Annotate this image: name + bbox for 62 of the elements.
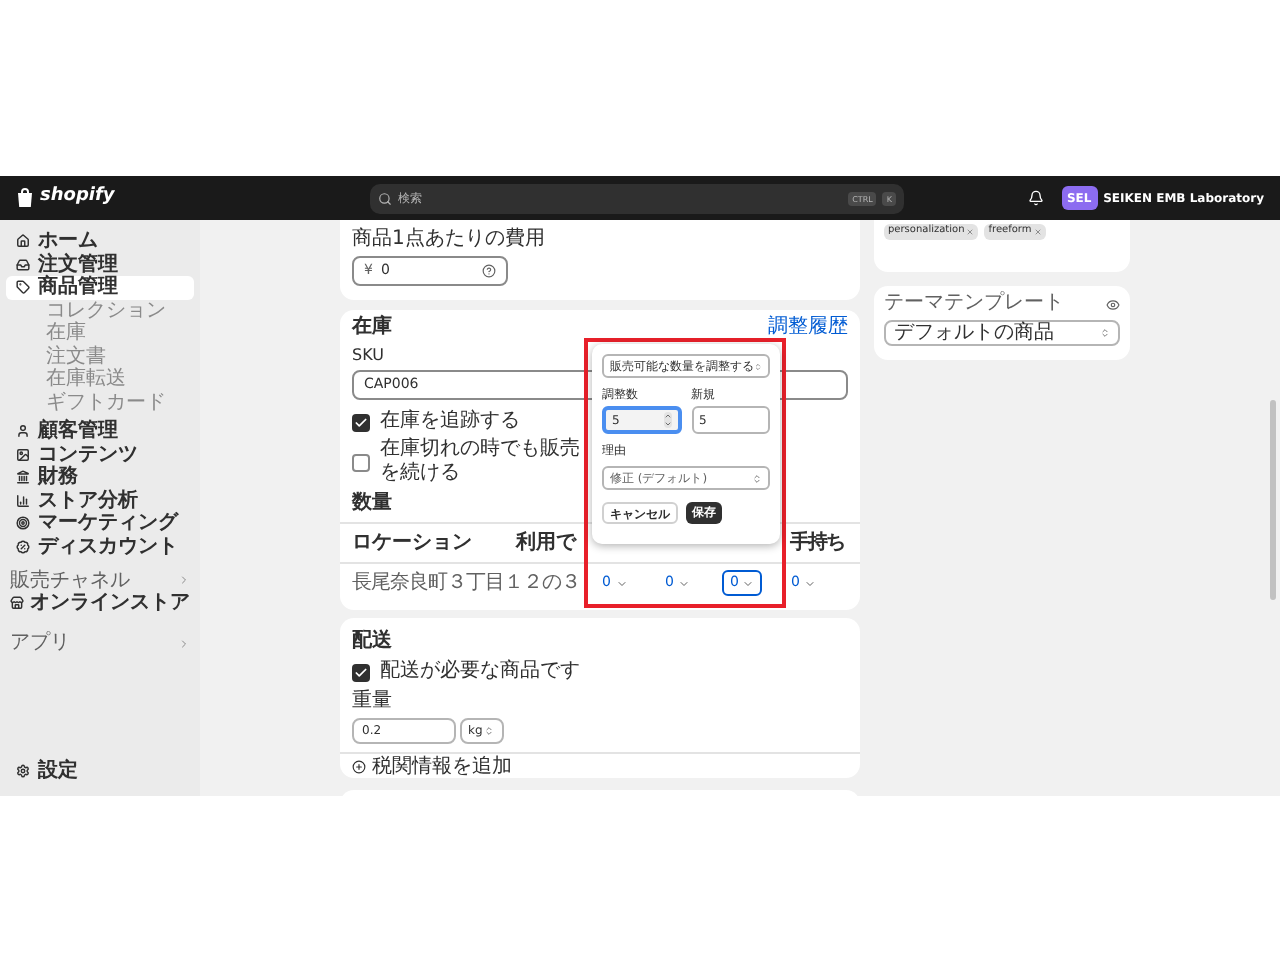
chevron-down-icon [742,577,755,589]
section-label: 数量 [352,492,392,516]
select-field[interactable]: デフォルトの商品 [884,320,1120,346]
sidebar-item[interactable]: 財務 [6,466,194,489]
sidebar-item[interactable]: ストア分析 [6,489,194,512]
logo-text: shopify [40,184,115,211]
settings-icon [16,763,30,778]
tag-icon [16,280,30,295]
person-icon [16,424,30,439]
sidebar-item[interactable]: 注文管理 [6,253,194,276]
sidebar-item[interactable]: 顧客管理 [6,420,194,443]
sidebar-section-header[interactable]: 販売チャネル [6,568,194,592]
sidebar-section-header[interactable]: アプリ [6,631,194,655]
chevron-down-icon [615,577,627,589]
stepper-icon[interactable] [663,412,671,428]
sidebar-item[interactable]: ディスカウント [6,535,194,558]
bank-icon [16,470,30,485]
card-title: 配送 [352,630,394,654]
field-label: 商品1点あたりの費用 [352,228,547,252]
column-header: ロケーション [352,530,474,558]
checkbox[interactable] [352,453,370,471]
chevron-right-icon [178,637,190,649]
search-icon [378,191,392,205]
sidebar-item[interactable]: マーケティング [6,512,194,535]
column-header: 利用で [516,529,579,558]
field-label: 重量 [352,690,394,712]
help-icon [482,264,496,278]
sidebar-item[interactable]: オンラインストア [6,592,194,615]
bar-chart-icon [16,493,30,508]
add-customs-link[interactable]: 税関情報を追加 [372,755,512,777]
chevron-down-icon [803,577,816,589]
image-icon [16,447,30,462]
sidebar-item[interactable]: コンテンツ [6,443,194,466]
field-label: SKU [352,346,384,366]
checkbox[interactable] [352,413,370,431]
target-icon [16,516,30,531]
shopping-bag-icon [16,188,34,208]
updown-chevron-icon [752,473,762,483]
eye-icon[interactable] [1106,297,1120,311]
checkbox-label: 在庫を追跡する [380,410,520,434]
checkbox-label: 配送が必要な商品です [380,660,580,684]
updown-chevron-icon [754,361,762,371]
bell-icon[interactable] [1027,190,1044,206]
column-header: 手持ち [790,529,844,558]
percent-badge-icon [16,539,30,554]
store-icon [10,596,24,611]
adjustment-history-link[interactable]: 調整履歴 [768,315,848,337]
updown-chevron-icon [1100,328,1110,338]
sidebar-item[interactable]: 設定 [6,759,194,782]
chevron-right-icon [178,574,190,586]
card-title: 在庫 [352,315,392,337]
sidebar-item[interactable]: 商品管理 [6,276,194,299]
card-title: テーマテンプレート [884,292,1064,316]
sidebar-item[interactable]: ホーム [6,230,194,253]
checkbox-label: 在庫切れの時でも販売を続ける [380,438,582,486]
inbox-icon [16,257,30,272]
table-cell-text: 長尾奈良町３丁目１２の３ [352,569,582,598]
chevron-down-icon [677,577,690,589]
home-icon [16,234,30,249]
checkbox[interactable] [352,663,370,681]
updown-chevron-icon [484,726,495,736]
plus-circle-icon [352,759,366,773]
